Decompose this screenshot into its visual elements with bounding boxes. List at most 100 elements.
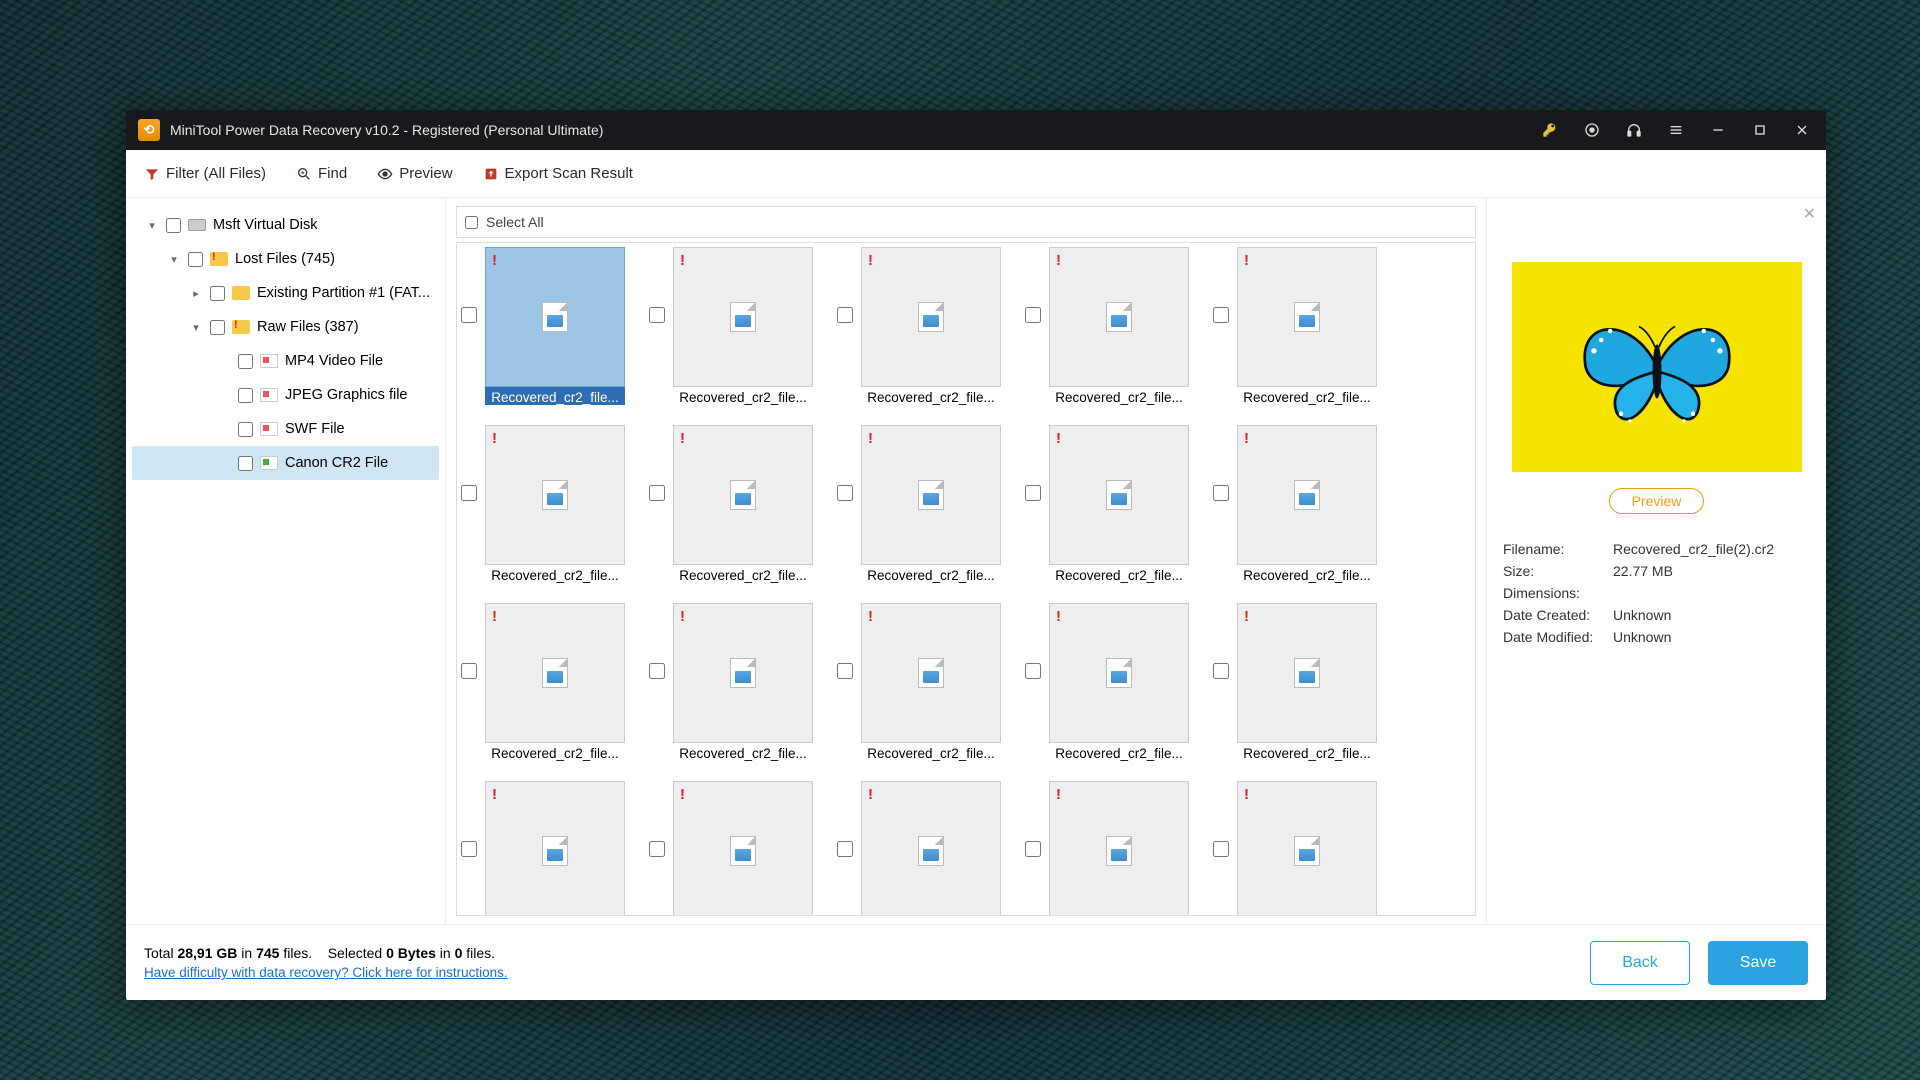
- filter-label: Filter (All Files): [166, 165, 266, 182]
- file-checkbox[interactable]: [1025, 841, 1041, 857]
- help-link[interactable]: Have difficulty with data recovery? Clic…: [144, 965, 508, 980]
- file-checkbox[interactable]: [649, 663, 665, 679]
- tree-checkbox[interactable]: [210, 286, 225, 301]
- tree-label: Msft Virtual Disk: [213, 217, 317, 233]
- tree-raw-files[interactable]: ▾ Raw Files (387): [132, 310, 439, 344]
- file-checkbox[interactable]: [837, 485, 853, 501]
- preview-image: [1512, 262, 1802, 472]
- file-thumbnail[interactable]: !Recovered_cr2_file...: [1213, 781, 1377, 916]
- minimize-icon[interactable]: [1700, 114, 1736, 146]
- tree-checkbox[interactable]: [238, 388, 253, 403]
- file-checkbox[interactable]: [1025, 485, 1041, 501]
- file-checkbox[interactable]: [461, 663, 477, 679]
- meta-key: Dimensions:: [1503, 585, 1613, 601]
- select-all-checkbox[interactable]: [465, 216, 478, 229]
- file-thumbnail[interactable]: !Recovered_cr2_file...: [837, 247, 1001, 405]
- disc-icon[interactable]: [1574, 114, 1610, 146]
- file-thumbnail[interactable]: !Recovered_cr2_file...: [649, 425, 813, 583]
- tree-cr2[interactable]: ▸ Canon CR2 File: [132, 446, 439, 480]
- stats-line: Total 28,91 GB in 745 files. Selected 0 …: [144, 945, 508, 961]
- file-thumbnail[interactable]: !Recovered_cr2_file...: [461, 247, 625, 405]
- file-checkbox[interactable]: [1025, 663, 1041, 679]
- thumbnail-label: Recovered_cr2_file...: [1049, 743, 1189, 761]
- tree-jpeg[interactable]: ▸ JPEG Graphics file: [132, 378, 439, 412]
- file-checkbox[interactable]: [1025, 307, 1041, 323]
- file-checkbox[interactable]: [1213, 485, 1229, 501]
- titlebar: ⟲ MiniTool Power Data Recovery v10.2 - R…: [126, 110, 1826, 150]
- preview-button[interactable]: Preview: [377, 165, 452, 182]
- file-thumbnail[interactable]: !Recovered_cr2_file...: [1213, 425, 1377, 583]
- file-checkbox[interactable]: [1213, 307, 1229, 323]
- file-checkbox[interactable]: [461, 485, 477, 501]
- tree-checkbox[interactable]: [188, 252, 203, 267]
- window-controls: [1532, 114, 1820, 146]
- tree-checkbox[interactable]: [238, 422, 253, 437]
- file-thumbnail[interactable]: !Recovered_cr2_file...: [1025, 781, 1189, 916]
- grid-scroll[interactable]: !Recovered_cr2_file...!Recovered_cr2_fil…: [456, 242, 1476, 916]
- file-checkbox[interactable]: [1213, 663, 1229, 679]
- tree-checkbox[interactable]: [238, 354, 253, 369]
- tree-lost-files[interactable]: ▾ Lost Files (745): [132, 242, 439, 276]
- tree-swf[interactable]: ▸ SWF File: [132, 412, 439, 446]
- tree-checkbox[interactable]: [238, 456, 253, 471]
- thumbnail-image: !: [861, 603, 1001, 743]
- filter-button[interactable]: Filter (All Files): [144, 165, 266, 182]
- folder-icon: [231, 318, 251, 336]
- footer: Total 28,91 GB in 745 files. Selected 0 …: [126, 924, 1826, 1000]
- file-checkbox[interactable]: [837, 663, 853, 679]
- thumbnail-image: !: [673, 425, 813, 565]
- window-title: MiniTool Power Data Recovery v10.2 - Reg…: [170, 122, 603, 138]
- back-button[interactable]: Back: [1590, 941, 1690, 985]
- file-thumbnail[interactable]: !Recovered_cr2_file...: [1213, 603, 1377, 761]
- tree-partition[interactable]: ▸ Existing Partition #1 (FAT...: [132, 276, 439, 310]
- thumbnail-label: Recovered_cr2_file...: [1049, 387, 1189, 405]
- file-checkbox[interactable]: [649, 485, 665, 501]
- tree-root[interactable]: ▾ Msft Virtual Disk: [132, 208, 439, 242]
- export-label: Export Scan Result: [505, 165, 633, 182]
- file-checkbox[interactable]: [649, 307, 665, 323]
- thumbnail-image: !: [861, 247, 1001, 387]
- meta-key: Filename:: [1503, 541, 1613, 557]
- file-checkbox[interactable]: [649, 841, 665, 857]
- file-thumbnail[interactable]: !Recovered_cr2_file...: [649, 603, 813, 761]
- file-thumbnail[interactable]: !Recovered_cr2_file...: [1025, 425, 1189, 583]
- key-icon[interactable]: [1532, 114, 1568, 146]
- meta-value: Unknown: [1613, 607, 1671, 623]
- file-thumbnail[interactable]: !Recovered_cr2_file...: [1025, 247, 1189, 405]
- file-thumbnail[interactable]: !Recovered_cr2_file...: [461, 781, 625, 916]
- meta-value: Recovered_cr2_file(2).cr2: [1613, 541, 1774, 557]
- file-thumbnail[interactable]: !Recovered_cr2_file...: [1025, 603, 1189, 761]
- thumbnail-label: Recovered_cr2_file...: [861, 743, 1001, 761]
- file-thumbnail[interactable]: !Recovered_cr2_file...: [461, 603, 625, 761]
- file-grid-area: Select All !Recovered_cr2_file...!Recove…: [446, 198, 1486, 924]
- file-thumbnail[interactable]: !Recovered_cr2_file...: [649, 247, 813, 405]
- close-preview-icon[interactable]: ✕: [1803, 204, 1816, 224]
- file-thumbnail[interactable]: !Recovered_cr2_file...: [837, 603, 1001, 761]
- thumbnail-image: !: [861, 425, 1001, 565]
- file-checkbox[interactable]: [1213, 841, 1229, 857]
- export-button[interactable]: Export Scan Result: [483, 165, 633, 182]
- find-button[interactable]: Find: [296, 165, 347, 182]
- thumbnail-label: Recovered_cr2_file...: [673, 565, 813, 583]
- file-thumbnail[interactable]: !Recovered_cr2_file...: [837, 781, 1001, 916]
- save-button[interactable]: Save: [1708, 941, 1808, 985]
- maximize-icon[interactable]: [1742, 114, 1778, 146]
- tree-label: JPEG Graphics file: [285, 387, 408, 403]
- file-thumbnail[interactable]: !Recovered_cr2_file...: [461, 425, 625, 583]
- close-icon[interactable]: [1784, 114, 1820, 146]
- file-checkbox[interactable]: [461, 307, 477, 323]
- tree-mp4[interactable]: ▸ MP4 Video File: [132, 344, 439, 378]
- menu-icon[interactable]: [1658, 114, 1694, 146]
- file-thumbnail[interactable]: !Recovered_cr2_file...: [1213, 247, 1377, 405]
- tree-checkbox[interactable]: [166, 218, 181, 233]
- headphones-icon[interactable]: [1616, 114, 1652, 146]
- file-checkbox[interactable]: [837, 307, 853, 323]
- meta-key: Date Modified:: [1503, 629, 1613, 645]
- open-preview-button[interactable]: Preview: [1609, 488, 1705, 514]
- file-checkbox[interactable]: [461, 841, 477, 857]
- file-checkbox[interactable]: [837, 841, 853, 857]
- file-thumbnail[interactable]: !Recovered_cr2_file...: [649, 781, 813, 916]
- tree-checkbox[interactable]: [210, 320, 225, 335]
- select-all-bar[interactable]: Select All: [456, 206, 1476, 238]
- file-thumbnail[interactable]: !Recovered_cr2_file...: [837, 425, 1001, 583]
